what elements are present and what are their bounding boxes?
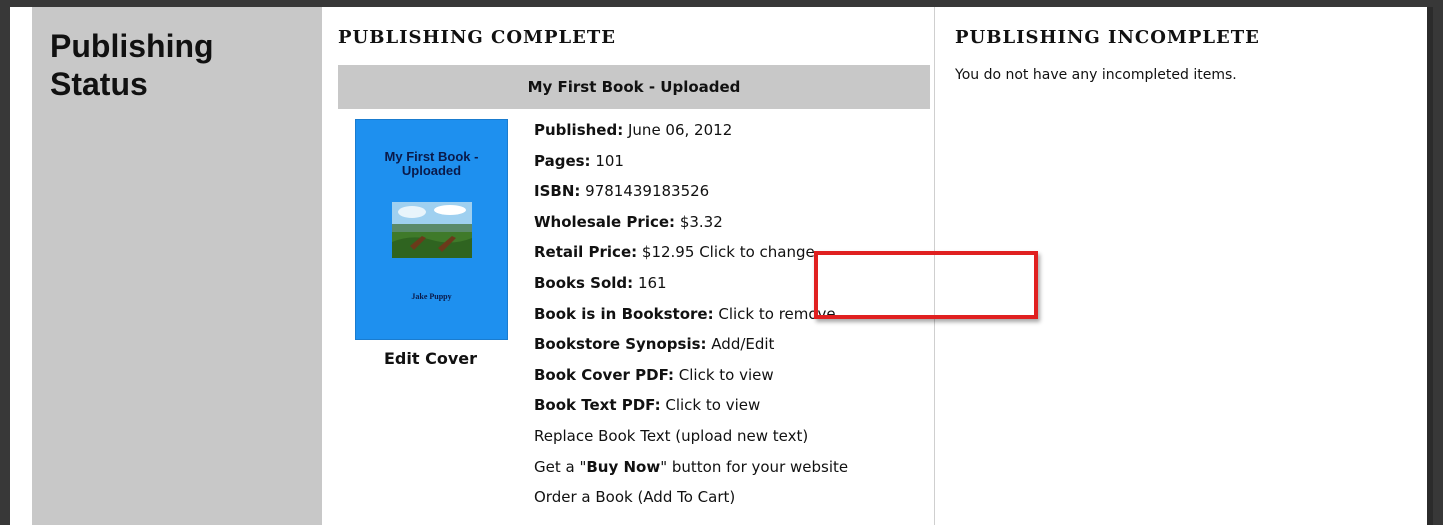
window-edge [1427, 7, 1433, 525]
landscape-with-chairs-icon [392, 202, 472, 258]
sidebar-title: Publishing Status [50, 28, 214, 102]
wholesale-price-label: Wholesale Price: [534, 212, 676, 231]
cover-title: My First Book - Uploaded [384, 149, 479, 178]
cover-pdf-label: Book Cover PDF: [534, 365, 674, 384]
publishing-status-page: Publishing Status PUBLISHING COMPLETE My… [10, 7, 1433, 525]
published-value: June 06, 2012 [628, 121, 733, 139]
book-cover-thumbnail[interactable]: My First Book - Uploaded Jake Puppy [355, 119, 508, 340]
replace-book-text-link[interactable]: Replace Book Text (upload new text) [534, 425, 934, 456]
retail-price-label: Retail Price: [534, 243, 638, 262]
synopsis-label: Bookstore Synopsis: [534, 335, 707, 354]
wholesale-price-row: Wholesale Price: $3.32 [534, 211, 934, 242]
text-pdf-label: Book Text PDF: [534, 396, 661, 415]
buy-now-prefix: Get a " [534, 457, 587, 476]
pages-value: 101 [595, 151, 624, 170]
retail-price-value: $12.95 [641, 243, 695, 262]
wholesale-price-value: $3.32 [679, 212, 723, 231]
buy-now-suffix: " button for your website [660, 457, 849, 476]
isbn-value: 9781439183526 [585, 182, 710, 201]
bookstore-label: Book is in Bookstore: [534, 304, 714, 323]
synopsis-row: Bookstore Synopsis: Add/Edit [534, 333, 934, 364]
book-title-bar: My First Book - Uploaded [338, 65, 930, 109]
change-retail-price-link[interactable]: Click to change [699, 243, 815, 261]
publishing-complete-heading: PUBLISHING COMPLETE [338, 27, 616, 48]
incomplete-message: You do not have any incompleted items. [955, 67, 1237, 83]
books-sold-label: Books Sold: [534, 273, 634, 292]
isbn-row: ISBN: 9781439183526 [534, 180, 934, 211]
screenshot-frame: Publishing Status PUBLISHING COMPLETE My… [0, 0, 1443, 525]
buy-now-bold: Buy Now [586, 457, 661, 476]
cover-pdf-row: Book Cover PDF: Click to view [534, 364, 934, 395]
view-cover-pdf-link[interactable]: Click to view [679, 366, 774, 384]
pages-row: Pages: 101 [534, 150, 934, 181]
publishing-incomplete-section: PUBLISHING INCOMPLETE You do not have an… [935, 7, 1433, 525]
publishing-complete-section: PUBLISHING COMPLETE My First Book - Uplo… [322, 7, 1038, 525]
order-book-link[interactable]: Order a Book (Add To Cart) [534, 486, 934, 517]
view-text-pdf-link[interactable]: Click to view [665, 396, 760, 414]
publishing-incomplete-heading: PUBLISHING INCOMPLETE [955, 27, 1260, 48]
published-label: Published: [534, 121, 624, 139]
published-row: Published: June 06, 2012 [534, 119, 934, 150]
pages-label: Pages: [534, 151, 591, 170]
buy-now-button-link[interactable]: Get a "Buy Now" button for your website [534, 456, 934, 487]
text-pdf-row: Book Text PDF: Click to view [534, 394, 934, 425]
cover-author: Jake Puppy [411, 292, 452, 301]
edit-synopsis-link[interactable]: Add/Edit [711, 335, 774, 353]
edit-cover-link[interactable]: Edit Cover [355, 349, 506, 368]
isbn-label: ISBN: [534, 182, 581, 201]
sidebar: Publishing Status [32, 7, 322, 525]
books-sold-value: 161 [637, 273, 667, 292]
